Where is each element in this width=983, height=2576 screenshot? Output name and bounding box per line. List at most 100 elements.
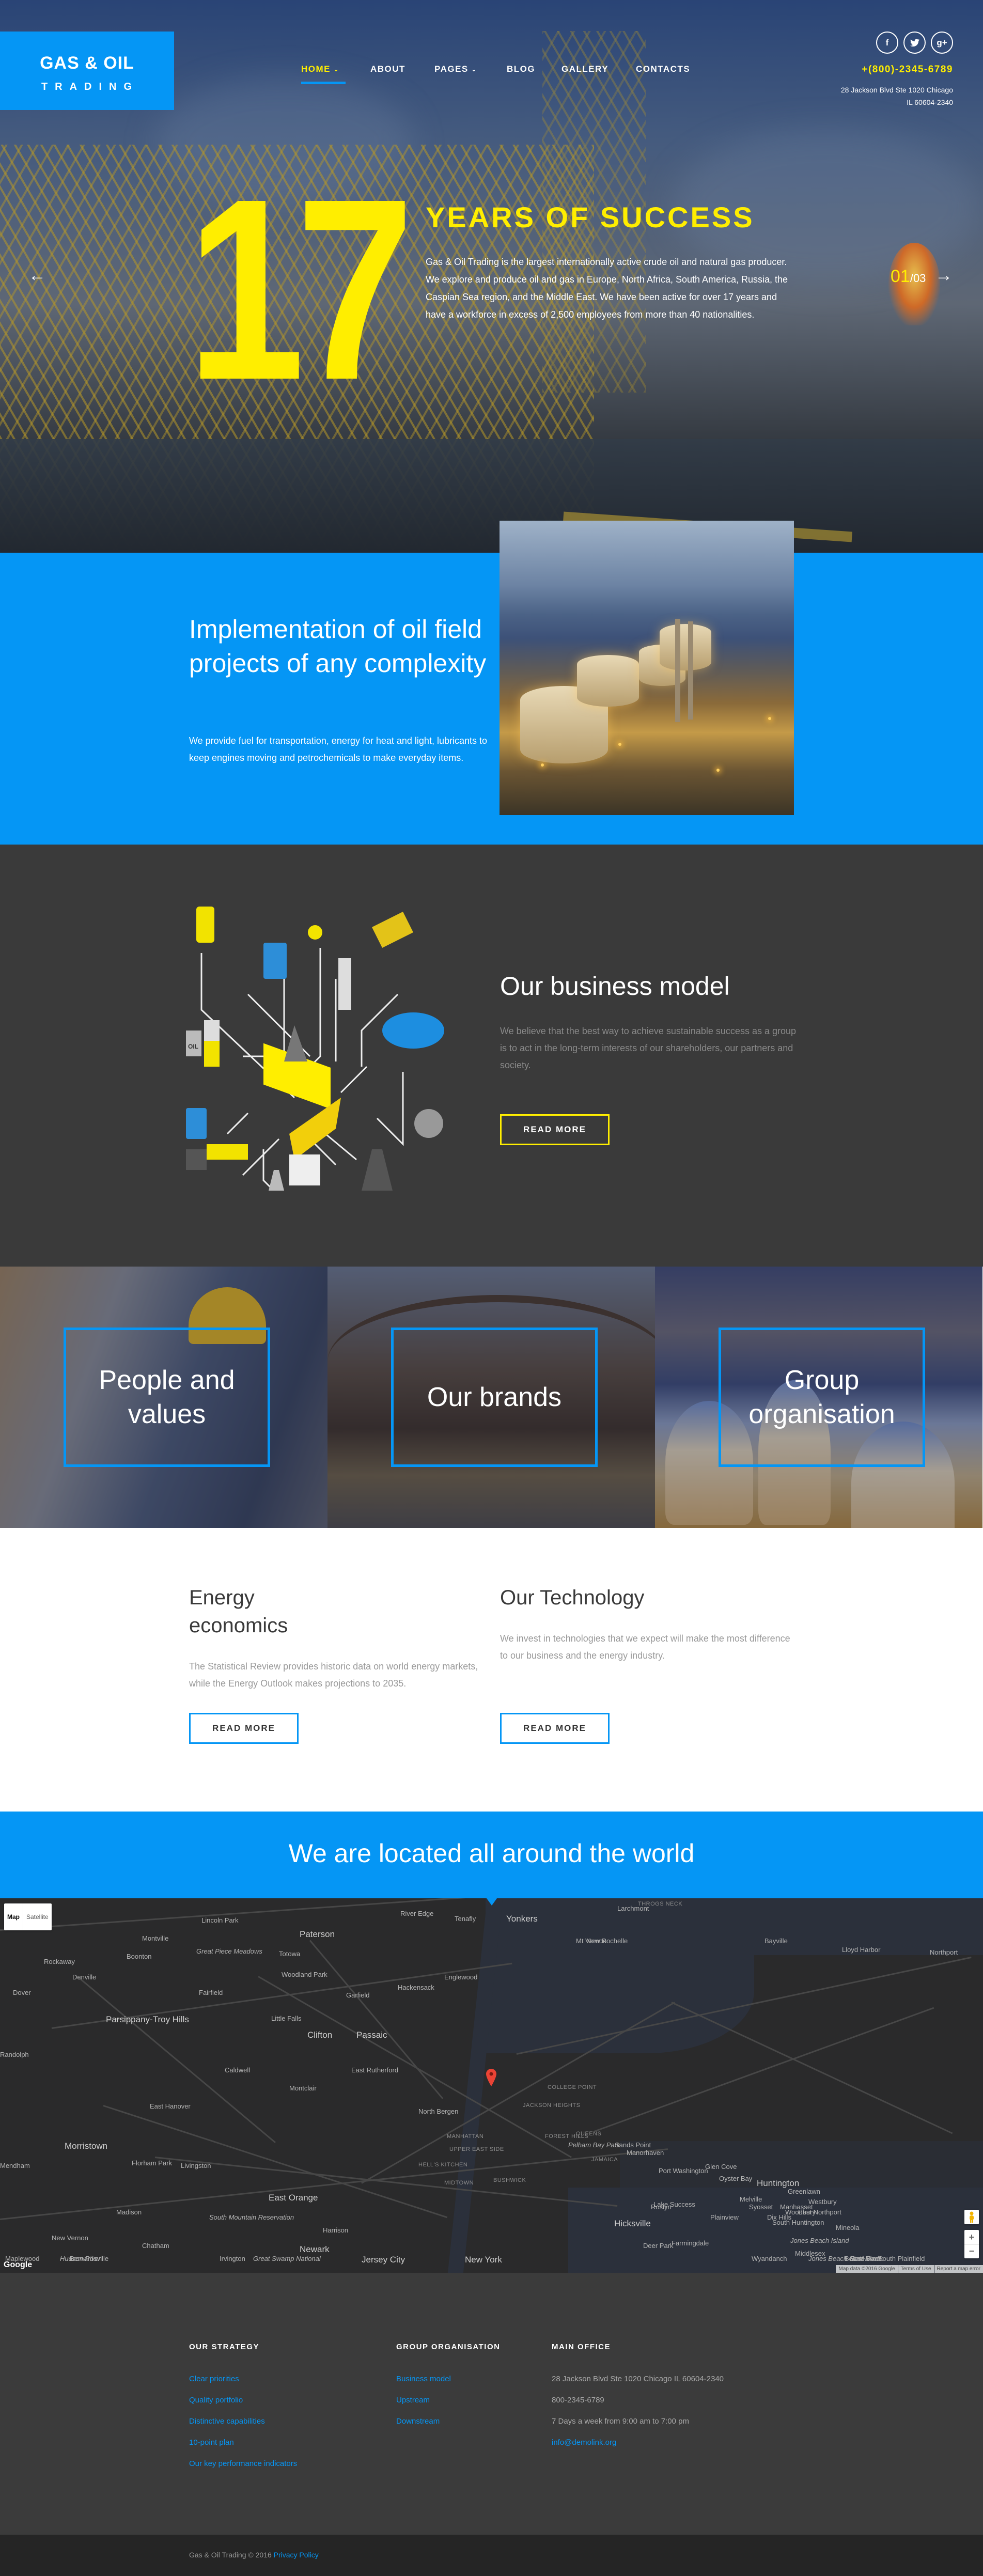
nav-item-contacts[interactable]: CONTACTS [636, 64, 690, 74]
logo-line1: GAS & OIL [40, 53, 134, 73]
zoom-out-button[interactable]: − [964, 2244, 979, 2258]
arrow-left-icon[interactable]: ← [28, 266, 46, 286]
map-place-label: Caldwell [225, 2066, 251, 2074]
nav-active-underline [301, 82, 346, 84]
drop-icon [308, 925, 322, 940]
energy-read-more-button[interactable]: READ MORE [189, 1713, 299, 1744]
map-place-label: Glen Cove [705, 2163, 737, 2171]
map-place-label: Port Washington [659, 2167, 708, 2175]
map-pin-icon[interactable] [486, 2069, 496, 2086]
slide-counter: 01/03 [891, 267, 926, 287]
map-road [154, 2157, 618, 2207]
map-place-label: HELL'S KITCHEN [418, 2162, 468, 2168]
logo[interactable]: GAS & OIL TRADING [0, 32, 174, 110]
map-place-label: River Edge [400, 1910, 434, 1917]
nav-item-home[interactable]: HOME ⌄ [301, 64, 346, 84]
footer-link[interactable]: Downstream [396, 2416, 500, 2427]
valve-icon [338, 958, 351, 1010]
footer-link[interactable]: Clear priorities [189, 2374, 297, 2384]
map-place-label: East Orange [269, 2193, 318, 2203]
tile-our-brands[interactable]: Our brands [327, 1267, 655, 1528]
map-place-label: Huntington [757, 2178, 800, 2188]
footer-heading: GROUP ORGANISATION [396, 2343, 501, 2351]
map-place-label: North Bergen [418, 2107, 459, 2115]
footer-link[interactable]: Distinctive capabilities [189, 2416, 297, 2427]
map-type-satellite[interactable]: Satellite [23, 1903, 52, 1930]
footer-office-phone: 800-2345-6789 [552, 2396, 604, 2405]
nav-item-gallery[interactable]: GALLERY [561, 64, 608, 74]
nav-label: CONTACTS [636, 64, 691, 74]
info-title: Energy economics [189, 1586, 288, 1637]
twitter-icon[interactable] [903, 32, 926, 54]
privacy-policy-link[interactable]: Privacy Policy [274, 2551, 319, 2559]
footer-heading: MAIN OFFICE [552, 2343, 611, 2351]
map-place-label: COLLEGE POINT [548, 2084, 597, 2090]
map-place-label: Farmingdale [672, 2239, 709, 2247]
nav-item-pages[interactable]: PAGES ⌄ [434, 64, 477, 74]
footer-office-email[interactable]: info@demolink.org [552, 2438, 724, 2448]
footer: OUR STRATEGY Clear priorities Quality po… [0, 2273, 983, 2535]
google-plus-icon[interactable]: g+ [931, 32, 953, 54]
map-place-label: Jersey City [362, 2255, 405, 2265]
twitter-bird-glyph [910, 39, 919, 46]
map-type-map[interactable]: Map [4, 1903, 23, 1930]
footer-link[interactable]: Upstream [396, 2395, 500, 2406]
map-place-label: Chatham [142, 2242, 169, 2250]
light [768, 717, 771, 720]
map-place-label: New Rochelle [586, 1937, 628, 1945]
map-place-label: JACKSON HEIGHTS [523, 2102, 581, 2109]
truck-icon [186, 1144, 248, 1170]
google-logo[interactable]: Google [4, 2260, 32, 2270]
map-place-label: Passaic [356, 2030, 387, 2040]
location-banner: We are located all around the world [0, 1812, 983, 1906]
hero-title: YEARS OF SUCCESS [426, 201, 755, 233]
map-place-label: JAMAICA [591, 2157, 618, 2163]
street-view-pegman-icon[interactable] [964, 2210, 979, 2224]
map-place-label: UPPER EAST SIDE [449, 2146, 504, 2152]
header-phone[interactable]: +(800)-2345-6789 [862, 64, 953, 75]
hero-text: Gas & Oil Trading is the largest interna… [426, 257, 788, 320]
report-map-error-link[interactable]: Report a map error [934, 2265, 983, 2273]
nav-item-about[interactable]: ABOUT [370, 64, 405, 74]
map-place-label: Oyster Bay [719, 2175, 753, 2182]
google-map[interactable]: Lincoln Park Montville Paterson River Edge T… [0, 1898, 983, 2273]
business-read-more-button[interactable]: READ MORE [500, 1114, 610, 1145]
bottle-icon [269, 1170, 284, 1191]
chimney [688, 621, 693, 720]
footer-link[interactable]: Our key performance indicators [189, 2459, 297, 2469]
tile-group-organisation[interactable]: Group organisation [655, 1267, 982, 1528]
map-road [309, 1940, 444, 2099]
nav-label: HOME [301, 64, 331, 74]
zoom-in-button[interactable]: + [964, 2230, 979, 2244]
arrow-right-icon[interactable]: → [935, 266, 953, 286]
map-place-label: Newark [300, 2244, 330, 2254]
info-energy-economics: Energy economics The Statistical Review … [189, 1584, 489, 1692]
terms-of-use-link[interactable]: Terms of Use [898, 2265, 934, 2273]
footer-link[interactable]: 10-point plan [189, 2438, 297, 2448]
tile-label: People and values [99, 1365, 235, 1429]
map-place-label: Garfield [346, 1991, 370, 1999]
business-model-section: OIL Our business model We believe that t… [0, 845, 983, 1267]
technology-read-more-button[interactable]: READ MORE [500, 1713, 610, 1744]
map-place-label: Sands Point [615, 2141, 651, 2149]
footer-link[interactable]: Business model [396, 2374, 500, 2384]
implementation-title: Implementation of oil field projects of … [189, 615, 487, 678]
map-place-label: MIDTOWN [444, 2180, 474, 2186]
copyright-text: Gas & Oil Trading © 2016 [189, 2551, 272, 2559]
nav-item-blog[interactable]: BLOG [507, 64, 535, 74]
map-place-label: Hicksville [614, 2219, 651, 2228]
slide-total: /03 [910, 272, 926, 285]
map-road [671, 2002, 953, 2134]
jerrycan-icon [263, 943, 287, 979]
tile-people-values[interactable]: People and values [0, 1267, 327, 1528]
map-place-label: Mendham [0, 2162, 30, 2169]
map-place-label: Irvington [220, 2255, 245, 2262]
map-place-label: Lake Success [653, 2200, 695, 2208]
map-place-label: Harrison [323, 2226, 349, 2234]
map-place-label: Manorhaven [627, 2149, 664, 2157]
footer-link[interactable]: Quality portfolio [189, 2395, 297, 2406]
facebook-icon[interactable]: f [876, 32, 898, 54]
map-place-label: Greenlawn [788, 2188, 820, 2195]
map-water [620, 2141, 983, 2188]
footer-heading: OUR STRATEGY [189, 2343, 260, 2351]
